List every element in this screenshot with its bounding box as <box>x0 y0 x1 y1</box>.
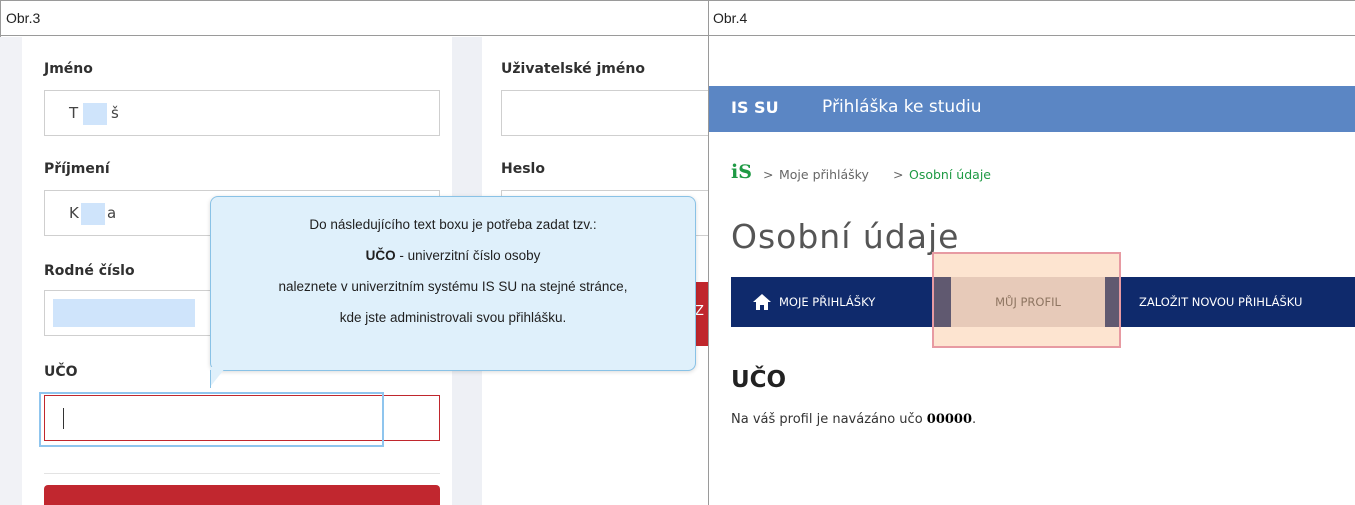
breadcrumb-separator: > <box>893 167 904 182</box>
tooltip-tail-edge <box>210 370 211 388</box>
app-header: IS SU Přihláška ke studiu <box>709 86 1355 132</box>
uco-label: UČO <box>44 364 78 380</box>
submit-button[interactable] <box>44 485 440 505</box>
first-name-value-end: š <box>111 104 119 122</box>
caption-right: Obr.4 <box>713 10 748 26</box>
brand-logo[interactable]: IS SU <box>731 98 779 117</box>
redaction-mask <box>53 299 195 327</box>
is-home-icon[interactable]: iS <box>731 161 752 183</box>
surname-label: Příjmení <box>44 161 110 177</box>
tooltip-line-2: UČO - univerzitní číslo osoby <box>211 240 695 271</box>
tooltip-line-2-rest: - univerzitní číslo osoby <box>395 248 541 263</box>
uco-note-end: . <box>972 412 977 427</box>
app-title: Přihláška ke studiu <box>822 97 982 117</box>
first-name-label: Jméno <box>44 61 93 77</box>
breadcrumb-separator: > <box>763 167 774 182</box>
home-icon <box>753 294 771 310</box>
username-input[interactable] <box>501 90 708 136</box>
uco-section-title: UČO <box>731 367 787 393</box>
screenshot-root: Obr.3 Obr.4 Jméno T š Příjmení K a Rodné… <box>0 0 1355 505</box>
birth-number-label: Rodné číslo <box>44 263 135 279</box>
tab-new-application[interactable]: ZALOŽIT NOVOU PŘIHLÁŠKU <box>1139 277 1302 327</box>
password-label: Heslo <box>501 161 545 177</box>
tooltip-line-3: naleznete v univerzitním systému IS SU n… <box>278 279 628 294</box>
uco-number: 00000 <box>926 412 973 427</box>
redaction-mask <box>83 103 107 125</box>
surname-value-end: a <box>107 204 117 222</box>
breadcrumb-item-my-applications[interactable]: Moje přihlášky <box>779 167 869 182</box>
breadcrumb-item-personal-data: Osobní údaje <box>909 167 991 182</box>
tooltip-uco-bold: UČO <box>365 248 396 263</box>
tooltip-tail <box>210 367 226 387</box>
form-divider <box>44 473 440 474</box>
uco-help-tooltip: Do následujícího text boxu je potřeba za… <box>210 196 696 371</box>
caption-row <box>0 0 1355 36</box>
tooltip-line-1: Do následujícího text boxu je potřeba za… <box>309 217 597 232</box>
username-label: Uživatelské jméno <box>501 61 645 77</box>
right-panel-is-su: IS SU Přihláška ke studiu iS > Moje přih… <box>709 37 1355 505</box>
profile-tab-highlight <box>932 252 1121 348</box>
page-title: Osobní údaje <box>731 217 960 256</box>
surname-value-start: K <box>69 204 79 222</box>
left-panel-registration-form: Jméno T š Příjmení K a Rodné číslo UČO U… <box>0 37 708 505</box>
first-name-value-start: T <box>69 104 79 122</box>
left-gutter <box>0 37 22 505</box>
tab-my-applications[interactable]: MOJE PŘIHLÁŠKY <box>779 277 875 327</box>
first-name-input[interactable]: T š <box>44 90 440 136</box>
uco-note: Na váš profil je navázáno učo 00000. <box>731 412 976 427</box>
uco-focus-outline <box>39 392 384 447</box>
redaction-mask <box>81 203 105 225</box>
tooltip-line-4: kde jste administrovali svou přihlášku. <box>339 310 567 325</box>
uco-note-text: Na váš profil je navázáno učo <box>731 412 927 427</box>
caption-left: Obr.3 <box>6 10 41 26</box>
side-button-letter: Z <box>695 304 704 319</box>
